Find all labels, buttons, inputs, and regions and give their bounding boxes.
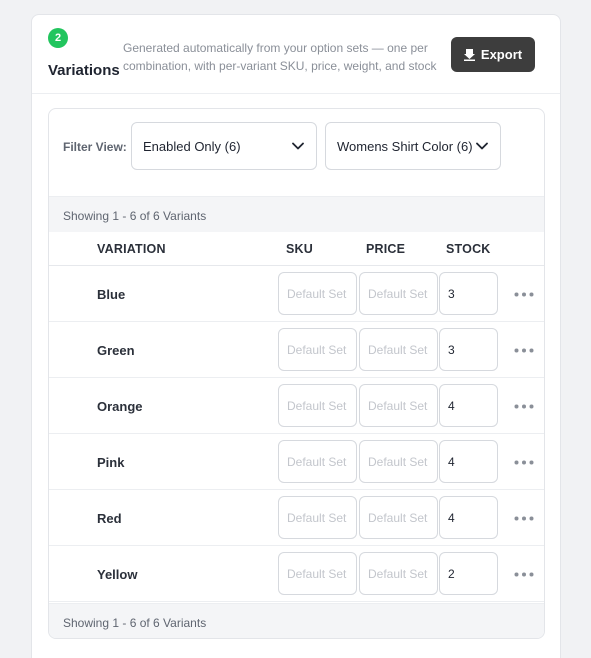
more-horizontal-icon[interactable]	[513, 567, 535, 581]
stock-input[interactable]	[439, 272, 498, 315]
stock-input[interactable]	[439, 496, 498, 539]
price-input[interactable]	[359, 328, 438, 371]
more-horizontal-icon[interactable]	[513, 511, 535, 525]
price-input[interactable]	[359, 552, 438, 595]
view-filter-select[interactable]: Enabled Only (6)	[131, 122, 317, 170]
section-description: Generated automatically from your option…	[123, 41, 437, 73]
column-header-sku: SKU	[286, 242, 313, 256]
variant-name: Red	[97, 511, 122, 526]
sku-input[interactable]	[278, 328, 357, 371]
sku-input[interactable]	[278, 440, 357, 483]
more-horizontal-icon[interactable]	[513, 287, 535, 301]
variant-row: Yellow	[49, 546, 544, 602]
column-header-price: PRICE	[366, 242, 406, 256]
header-divider	[32, 93, 560, 94]
more-horizontal-icon[interactable]	[513, 455, 535, 469]
pagination-summary-bottom: Showing 1 - 6 of 6 Variants	[49, 603, 544, 638]
filter-label: Filter View:	[63, 140, 127, 154]
color-filter-select[interactable]: Womens Shirt Color (6)	[325, 122, 501, 170]
more-horizontal-icon[interactable]	[513, 399, 535, 413]
section-title: Variations	[48, 62, 120, 79]
stock-input[interactable]	[439, 328, 498, 371]
variant-name: Orange	[97, 399, 143, 414]
sku-input[interactable]	[278, 552, 357, 595]
variants-panel: Filter View: Enabled Only (6) Womens Shi…	[48, 108, 545, 639]
export-label: Export	[480, 47, 523, 62]
stock-input[interactable]	[439, 552, 498, 595]
price-input[interactable]	[359, 496, 438, 539]
more-horizontal-icon[interactable]	[513, 343, 535, 357]
stock-input[interactable]	[439, 440, 498, 483]
variant-name: Yellow	[97, 567, 138, 582]
column-header-variation: VARIATION	[97, 242, 166, 256]
variant-row: Orange	[49, 378, 544, 434]
chevron-down-icon	[476, 142, 488, 150]
price-input[interactable]	[359, 384, 438, 427]
variations-card: 2 Variations Generated automatically fro…	[31, 14, 561, 658]
view-filter-value: Enabled Only (6)	[143, 138, 241, 154]
stock-input[interactable]	[439, 384, 498, 427]
column-header-stock: STOCK	[446, 242, 491, 256]
step-badge: 2	[48, 28, 68, 48]
variant-name: Blue	[97, 287, 126, 302]
variant-name: Pink	[97, 455, 125, 470]
sku-input[interactable]	[278, 384, 357, 427]
sku-input[interactable]	[278, 496, 357, 539]
export-button[interactable]: Export	[451, 37, 535, 72]
sku-input[interactable]	[278, 272, 357, 315]
variant-row: Pink	[49, 434, 544, 490]
variant-row: Blue	[49, 266, 544, 322]
price-input[interactable]	[359, 440, 438, 483]
filter-bar: Filter View: Enabled Only (6) Womens Shi…	[49, 109, 544, 183]
variant-name: Green	[97, 343, 135, 358]
color-filter-value: Womens Shirt Color (6)	[337, 138, 473, 154]
pagination-summary-top: Showing 1 - 6 of 6 Variants	[49, 196, 544, 232]
variant-row: Green	[49, 322, 544, 378]
price-input[interactable]	[359, 272, 438, 315]
download-icon	[463, 48, 475, 61]
variant-row: Red	[49, 490, 544, 546]
chevron-down-icon	[292, 142, 304, 150]
